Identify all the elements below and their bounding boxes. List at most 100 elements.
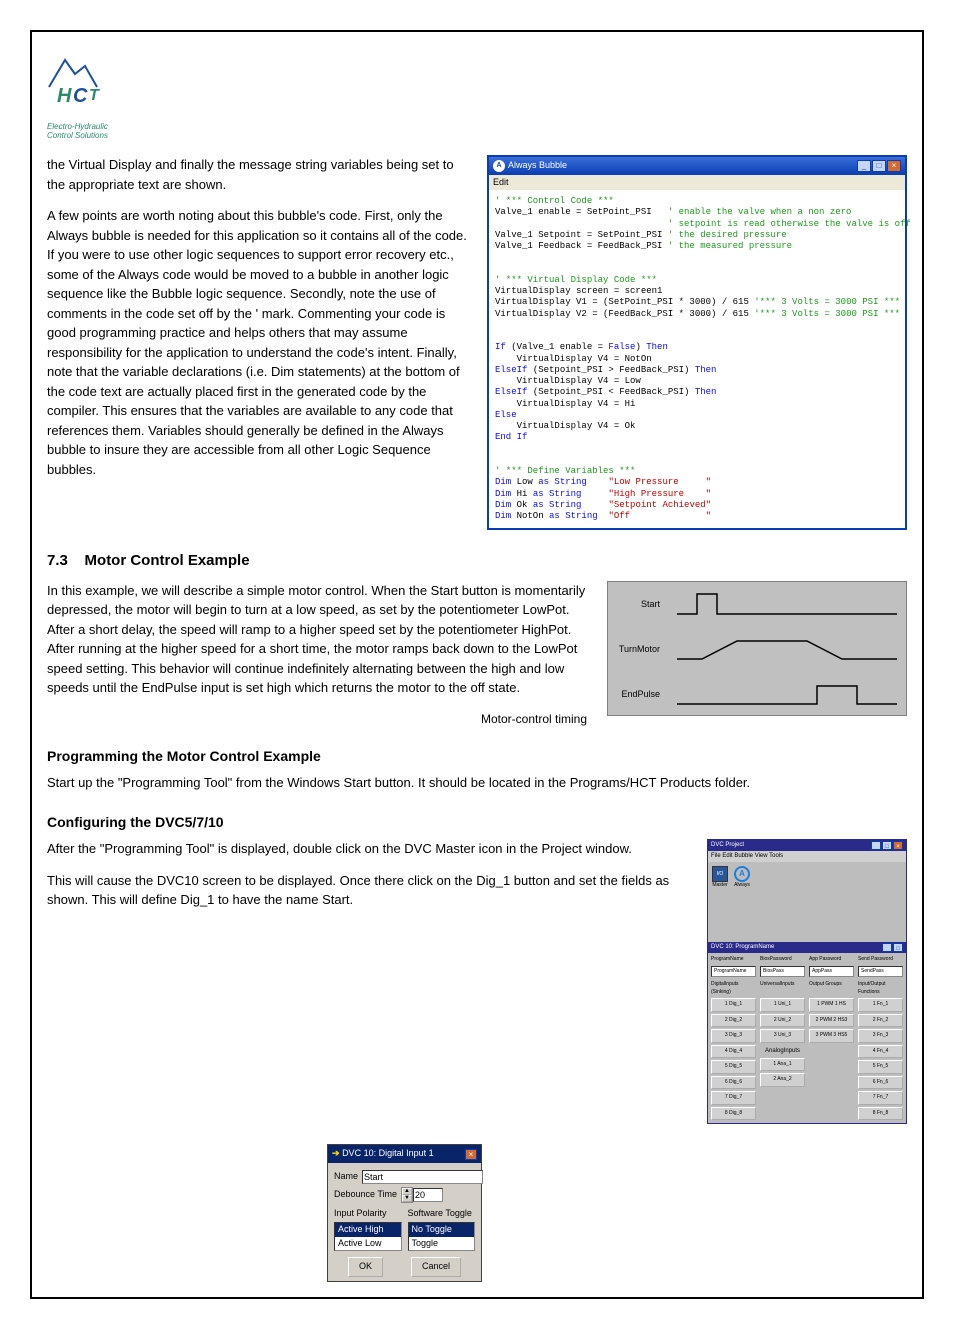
master-io-icon[interactable]: I/OMaster bbox=[712, 866, 728, 938]
di-polarity-label: Input Polarity bbox=[334, 1207, 402, 1221]
di-close-icon[interactable]: × bbox=[465, 1149, 477, 1160]
proj-button[interactable]: 3 Dig_3 bbox=[711, 1029, 756, 1043]
proj-close-icon[interactable]: × bbox=[893, 841, 903, 850]
di-titlebar[interactable]: ➔ DVC 10: Digital Input 1 × bbox=[328, 1145, 481, 1163]
para-3: In this example, we will describe a simp… bbox=[47, 581, 587, 698]
proj-button[interactable]: 1 Uni_1 bbox=[760, 998, 805, 1012]
proj-button[interactable]: 2 Uni_2 bbox=[760, 1014, 805, 1028]
proj-button[interactable]: 6 Dig_6 bbox=[711, 1076, 756, 1090]
maximize-icon[interactable]: □ bbox=[872, 160, 886, 172]
di-name-input[interactable] bbox=[362, 1170, 483, 1184]
proj-form-titlebar[interactable]: DVC 10: ProgramName _ □ bbox=[708, 942, 906, 953]
proj-menu[interactable]: File Edit Bubble View Tools bbox=[708, 851, 906, 862]
di-ok-button[interactable]: OK bbox=[348, 1257, 383, 1277]
timing-start-wave bbox=[668, 584, 906, 624]
para-6: This will cause the DVC10 screen to be d… bbox=[47, 871, 687, 910]
para-4: Start up the "Programming Tool" from the… bbox=[47, 773, 907, 793]
timing-row-start-label: Start bbox=[608, 598, 668, 612]
timing-endpulse-wave bbox=[668, 674, 906, 714]
logo-caption-1: Electro-Hydraulic bbox=[47, 122, 907, 131]
proj-group-label: Input/Output Functions bbox=[858, 981, 903, 996]
proj-button[interactable]: 8 Dig_8 bbox=[711, 1107, 756, 1121]
proj-button[interactable]: 4 Fn_4 bbox=[858, 1045, 903, 1059]
proj-button[interactable]: 2 Fn_2 bbox=[858, 1014, 903, 1028]
timing-label: Motor-control timing bbox=[47, 710, 587, 728]
para-2: A few points are worth noting about this… bbox=[47, 206, 467, 479]
code-menu-edit[interactable]: Edit bbox=[489, 175, 905, 191]
proj-field[interactable]: ProgramName bbox=[711, 966, 756, 978]
spin-down-icon[interactable]: ▼ bbox=[402, 1195, 412, 1202]
proj-header: BiosPassword bbox=[760, 956, 805, 964]
proj-canvas[interactable]: I/OMaster AAlways bbox=[708, 862, 906, 942]
proj-button[interactable]: 7 Fn_7 bbox=[858, 1091, 903, 1105]
proj-button[interactable]: 3 Uni_3 bbox=[760, 1029, 805, 1043]
proj-button[interactable]: 2 Dig_2 bbox=[711, 1014, 756, 1028]
svg-text:H: H bbox=[57, 85, 72, 107]
proj-button[interactable]: 3 Fn_3 bbox=[858, 1029, 903, 1043]
proj-button[interactable]: 7 Dig_7 bbox=[711, 1091, 756, 1105]
proj-min-icon[interactable]: _ bbox=[871, 841, 881, 850]
proj-group-label: Output Groups bbox=[809, 981, 854, 996]
di-debounce-input[interactable] bbox=[413, 1188, 443, 1202]
always-icon[interactable]: AAlways bbox=[734, 866, 750, 938]
close-icon[interactable]: × bbox=[887, 160, 901, 172]
sub-title-programming: Programming the Motor Control Example bbox=[47, 746, 907, 767]
proj-button[interactable]: 1 PWM 1 HS bbox=[809, 998, 854, 1012]
proj-button[interactable]: 6 Fn_6 bbox=[858, 1076, 903, 1090]
dvc-project-window: DVC Project _ □ × File Edit Bubble View … bbox=[707, 839, 907, 1124]
code-body[interactable]: ' *** Control Code ***Valve_1 enable = S… bbox=[489, 190, 905, 528]
proj-form-min-icon[interactable]: _ bbox=[882, 943, 892, 952]
svg-text:T: T bbox=[89, 87, 100, 104]
proj-form-max-icon[interactable]: □ bbox=[893, 943, 903, 952]
code-title: Always Bubble bbox=[508, 159, 567, 173]
timing-diagram: Start TurnMotor EndPulse bbox=[607, 581, 907, 716]
always-bubble-window: AAlways Bubble _ □ × Edit ' *** Control … bbox=[487, 155, 907, 530]
di-toggle-list[interactable]: No Toggle Toggle bbox=[408, 1222, 476, 1251]
section-num: 7.3 bbox=[47, 552, 68, 569]
hct-logo-icon: H C T bbox=[47, 47, 127, 117]
di-debounce-label: Debounce Time bbox=[334, 1188, 397, 1202]
proj-button[interactable]: 1 Ana_1 bbox=[760, 1058, 805, 1072]
proj-header: ProgramName bbox=[711, 956, 756, 964]
proj-button[interactable]: 2 PWM 2 HS3 bbox=[809, 1014, 854, 1028]
proj-max-icon[interactable]: □ bbox=[882, 841, 892, 850]
proj-button[interactable]: 4 Dig_4 bbox=[711, 1045, 756, 1059]
timing-row-endpulse-label: EndPulse bbox=[608, 688, 668, 702]
app-a-icon: A bbox=[493, 160, 505, 172]
toggle-toggle[interactable]: Toggle bbox=[409, 1237, 475, 1251]
proj-button[interactable]: 5 Fn_5 bbox=[858, 1060, 903, 1074]
proj-button[interactable]: 8 Fn_8 bbox=[858, 1107, 903, 1121]
proj-button[interactable]: 5 Dig_5 bbox=[711, 1060, 756, 1074]
proj-group-label: DigitalInputs (Sinking) bbox=[711, 981, 756, 996]
proj-form-title: DVC 10: ProgramName bbox=[711, 943, 774, 952]
proj-header: Send Password bbox=[858, 956, 903, 964]
proj-title-text: DVC Project bbox=[711, 841, 744, 850]
para-5: After the "Programming Tool" is displaye… bbox=[47, 839, 687, 859]
proj-button[interactable]: 1 Dig_1 bbox=[711, 998, 756, 1012]
timing-row-turnmotor-label: TurnMotor bbox=[608, 643, 668, 657]
proj-button: AnalogInputs bbox=[760, 1047, 805, 1056]
para-1a: the Virtual Display and finally the mess… bbox=[47, 157, 331, 172]
spin-up-icon[interactable]: ▲ bbox=[402, 1188, 412, 1195]
proj-button[interactable]: 3 PWM 3 HS5 bbox=[809, 1029, 854, 1043]
proj-field[interactable]: AppPass bbox=[809, 966, 854, 978]
di-toggle-label: Software Toggle bbox=[408, 1207, 476, 1221]
di-polarity-list[interactable]: Active High Active Low bbox=[334, 1222, 402, 1251]
proj-titlebar[interactable]: DVC Project _ □ × bbox=[708, 840, 906, 851]
digital-input-dialog: ➔ DVC 10: Digital Input 1 × Name Debounc… bbox=[327, 1144, 482, 1282]
logo: H C T Electro-Hydraulic Control Solution… bbox=[47, 47, 907, 140]
proj-button[interactable]: 2 Ana_2 bbox=[760, 1073, 805, 1087]
proj-field[interactable]: BiosPass bbox=[760, 966, 805, 978]
minimize-icon[interactable]: _ bbox=[857, 160, 871, 172]
arrow-right-icon: ➔ bbox=[332, 1148, 340, 1158]
di-cancel-button[interactable]: Cancel bbox=[411, 1257, 461, 1277]
polarity-active-low[interactable]: Active Low bbox=[335, 1237, 401, 1251]
proj-button[interactable]: 1 Fn_1 bbox=[858, 998, 903, 1012]
debounce-spinner[interactable]: ▲▼ bbox=[401, 1187, 413, 1203]
proj-form: ProgramNameBiosPasswordApp PasswordSend … bbox=[708, 953, 906, 1123]
sub-title-config: Configuring the DVC5/7/10 bbox=[47, 812, 907, 833]
svg-text:C: C bbox=[73, 85, 88, 107]
logo-caption-2: Control Solutions bbox=[47, 131, 907, 140]
code-titlebar[interactable]: AAlways Bubble _ □ × bbox=[489, 157, 905, 175]
proj-field[interactable]: SendPass bbox=[858, 966, 903, 978]
